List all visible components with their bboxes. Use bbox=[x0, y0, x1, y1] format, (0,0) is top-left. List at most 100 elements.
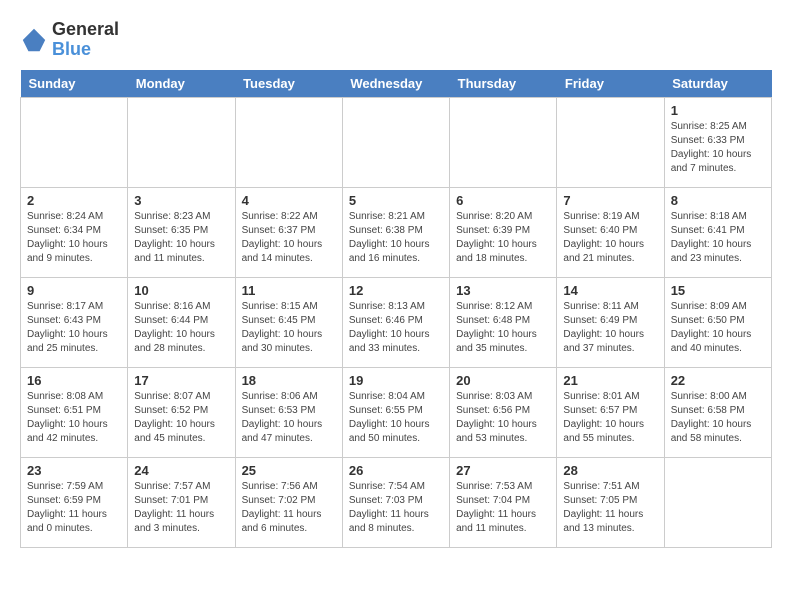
day-info: Sunrise: 8:04 AM Sunset: 6:55 PM Dayligh… bbox=[349, 390, 443, 446]
day-number: 9 bbox=[27, 283, 121, 298]
day-of-week-header: Sunday bbox=[21, 70, 128, 98]
week-row: 1 Sunrise: 8:25 AM Sunset: 6:33 PM Daylig… bbox=[21, 97, 772, 187]
logo: General Blue bbox=[20, 20, 119, 60]
calendar-cell: 14Sunrise: 8:11 AM Sunset: 6:49 PM Dayli… bbox=[557, 277, 664, 367]
calendar-cell: 26Sunrise: 7:54 AM Sunset: 7:03 PM Dayli… bbox=[342, 457, 449, 547]
day-number: 26 bbox=[349, 463, 443, 478]
day-info: Sunrise: 8:09 AM Sunset: 6:50 PM Dayligh… bbox=[671, 300, 765, 356]
calendar-cell bbox=[450, 97, 557, 187]
day-info: Sunrise: 8:01 AM Sunset: 6:57 PM Dayligh… bbox=[563, 390, 657, 446]
day-of-week-header: Wednesday bbox=[342, 70, 449, 98]
calendar-cell: 5 Sunrise: 8:21 AM Sunset: 6:38 PM Daylig… bbox=[342, 187, 449, 277]
calendar-cell: 17 Sunrise: 8:07 AM Sunset: 6:52 PM Dayli… bbox=[128, 367, 235, 457]
day-number: 18 bbox=[242, 373, 336, 388]
day-info: Sunrise: 8:23 AM Sunset: 6:35 PM Dayligh… bbox=[134, 210, 228, 266]
day-info: Sunrise: 8:00 AM Sunset: 6:58 PM Dayligh… bbox=[671, 390, 765, 446]
week-row: 9 Sunrise: 8:17 AM Sunset: 6:43 PM Daylig… bbox=[21, 277, 772, 367]
calendar-cell: 23 Sunrise: 7:59 AM Sunset: 6:59 PM Dayli… bbox=[21, 457, 128, 547]
day-info: Sunrise: 8:25 AM Sunset: 6:33 PM Dayligh… bbox=[671, 120, 765, 176]
day-info: Sunrise: 7:56 AM Sunset: 7:02 PM Dayligh… bbox=[242, 480, 336, 536]
calendar-cell: 11Sunrise: 8:15 AM Sunset: 6:45 PM Dayli… bbox=[235, 277, 342, 367]
calendar-cell: 12Sunrise: 8:13 AM Sunset: 6:46 PM Dayli… bbox=[342, 277, 449, 367]
day-info: Sunrise: 8:19 AM Sunset: 6:40 PM Dayligh… bbox=[563, 210, 657, 266]
calendar-cell: 16 Sunrise: 8:08 AM Sunset: 6:51 PM Dayli… bbox=[21, 367, 128, 457]
calendar-cell: 18Sunrise: 8:06 AM Sunset: 6:53 PM Dayli… bbox=[235, 367, 342, 457]
calendar-cell: 20 Sunrise: 8:03 AM Sunset: 6:56 PM Dayli… bbox=[450, 367, 557, 457]
day-info: Sunrise: 8:12 AM Sunset: 6:48 PM Dayligh… bbox=[456, 300, 550, 356]
logo-icon bbox=[20, 26, 48, 54]
logo-text: General Blue bbox=[52, 20, 119, 60]
calendar-cell: 28 Sunrise: 7:51 AM Sunset: 7:05 PM Dayli… bbox=[557, 457, 664, 547]
week-row: 23 Sunrise: 7:59 AM Sunset: 6:59 PM Dayli… bbox=[21, 457, 772, 547]
day-number: 16 bbox=[27, 373, 121, 388]
calendar-cell: 15 Sunrise: 8:09 AM Sunset: 6:50 PM Dayli… bbox=[664, 277, 771, 367]
day-number: 27 bbox=[456, 463, 550, 478]
calendar-cell: 21 Sunrise: 8:01 AM Sunset: 6:57 PM Dayli… bbox=[557, 367, 664, 457]
day-number: 24 bbox=[134, 463, 228, 478]
day-number: 8 bbox=[671, 193, 765, 208]
day-number: 22 bbox=[671, 373, 765, 388]
day-info: Sunrise: 8:18 AM Sunset: 6:41 PM Dayligh… bbox=[671, 210, 765, 266]
day-number: 7 bbox=[563, 193, 657, 208]
day-of-week-header: Friday bbox=[557, 70, 664, 98]
day-info: Sunrise: 7:51 AM Sunset: 7:05 PM Dayligh… bbox=[563, 480, 657, 536]
calendar-cell: 2 Sunrise: 8:24 AM Sunset: 6:34 PM Daylig… bbox=[21, 187, 128, 277]
day-number: 20 bbox=[456, 373, 550, 388]
day-info: Sunrise: 7:59 AM Sunset: 6:59 PM Dayligh… bbox=[27, 480, 121, 536]
day-of-week-row: SundayMondayTuesdayWednesdayThursdayFrid… bbox=[21, 70, 772, 98]
day-info: Sunrise: 8:13 AM Sunset: 6:46 PM Dayligh… bbox=[349, 300, 443, 356]
day-number: 28 bbox=[563, 463, 657, 478]
calendar-cell: 4 Sunrise: 8:22 AM Sunset: 6:37 PM Daylig… bbox=[235, 187, 342, 277]
day-info: Sunrise: 7:53 AM Sunset: 7:04 PM Dayligh… bbox=[456, 480, 550, 536]
day-number: 10 bbox=[134, 283, 228, 298]
day-info: Sunrise: 8:07 AM Sunset: 6:52 PM Dayligh… bbox=[134, 390, 228, 446]
calendar-cell: 13Sunrise: 8:12 AM Sunset: 6:48 PM Dayli… bbox=[450, 277, 557, 367]
calendar-cell: 10 Sunrise: 8:16 AM Sunset: 6:44 PM Dayli… bbox=[128, 277, 235, 367]
page-header: General Blue bbox=[20, 20, 772, 60]
calendar-cell bbox=[235, 97, 342, 187]
day-number: 17 bbox=[134, 373, 228, 388]
calendar-cell bbox=[128, 97, 235, 187]
day-of-week-header: Tuesday bbox=[235, 70, 342, 98]
day-number: 19 bbox=[349, 373, 443, 388]
calendar-table: SundayMondayTuesdayWednesdayThursdayFrid… bbox=[20, 70, 772, 548]
calendar-cell: 27 Sunrise: 7:53 AM Sunset: 7:04 PM Dayli… bbox=[450, 457, 557, 547]
day-number: 2 bbox=[27, 193, 121, 208]
calendar-cell: 8 Sunrise: 8:18 AM Sunset: 6:41 PM Daylig… bbox=[664, 187, 771, 277]
calendar-cell: 6 Sunrise: 8:20 AM Sunset: 6:39 PM Daylig… bbox=[450, 187, 557, 277]
calendar-cell: 3 Sunrise: 8:23 AM Sunset: 6:35 PM Daylig… bbox=[128, 187, 235, 277]
day-number: 23 bbox=[27, 463, 121, 478]
day-info: Sunrise: 8:16 AM Sunset: 6:44 PM Dayligh… bbox=[134, 300, 228, 356]
day-info: Sunrise: 8:17 AM Sunset: 6:43 PM Dayligh… bbox=[27, 300, 121, 356]
calendar-cell bbox=[21, 97, 128, 187]
calendar-cell: 24 Sunrise: 7:57 AM Sunset: 7:01 PM Dayli… bbox=[128, 457, 235, 547]
week-row: 16 Sunrise: 8:08 AM Sunset: 6:51 PM Dayli… bbox=[21, 367, 772, 457]
calendar-cell bbox=[557, 97, 664, 187]
day-number: 3 bbox=[134, 193, 228, 208]
calendar-cell: 7 Sunrise: 8:19 AM Sunset: 6:40 PM Daylig… bbox=[557, 187, 664, 277]
day-number: 21 bbox=[563, 373, 657, 388]
day-info: Sunrise: 7:57 AM Sunset: 7:01 PM Dayligh… bbox=[134, 480, 228, 536]
day-info: Sunrise: 8:20 AM Sunset: 6:39 PM Dayligh… bbox=[456, 210, 550, 266]
day-info: Sunrise: 8:08 AM Sunset: 6:51 PM Dayligh… bbox=[27, 390, 121, 446]
calendar-cell: 19 Sunrise: 8:04 AM Sunset: 6:55 PM Dayli… bbox=[342, 367, 449, 457]
calendar-cell bbox=[664, 457, 771, 547]
calendar-cell: 1 Sunrise: 8:25 AM Sunset: 6:33 PM Daylig… bbox=[664, 97, 771, 187]
day-info: Sunrise: 8:24 AM Sunset: 6:34 PM Dayligh… bbox=[27, 210, 121, 266]
day-number: 6 bbox=[456, 193, 550, 208]
calendar-body: 1 Sunrise: 8:25 AM Sunset: 6:33 PM Daylig… bbox=[21, 97, 772, 547]
week-row: 2 Sunrise: 8:24 AM Sunset: 6:34 PM Daylig… bbox=[21, 187, 772, 277]
day-info: Sunrise: 8:11 AM Sunset: 6:49 PM Dayligh… bbox=[563, 300, 657, 356]
day-number: 4 bbox=[242, 193, 336, 208]
day-number: 1 bbox=[671, 103, 765, 118]
day-number: 25 bbox=[242, 463, 336, 478]
day-of-week-header: Thursday bbox=[450, 70, 557, 98]
day-info: Sunrise: 8:21 AM Sunset: 6:38 PM Dayligh… bbox=[349, 210, 443, 266]
day-number: 5 bbox=[349, 193, 443, 208]
day-number: 15 bbox=[671, 283, 765, 298]
calendar-cell: 22 Sunrise: 8:00 AM Sunset: 6:58 PM Dayli… bbox=[664, 367, 771, 457]
calendar-cell bbox=[342, 97, 449, 187]
day-info: Sunrise: 8:03 AM Sunset: 6:56 PM Dayligh… bbox=[456, 390, 550, 446]
day-info: Sunrise: 8:15 AM Sunset: 6:45 PM Dayligh… bbox=[242, 300, 336, 356]
day-info: Sunrise: 8:22 AM Sunset: 6:37 PM Dayligh… bbox=[242, 210, 336, 266]
